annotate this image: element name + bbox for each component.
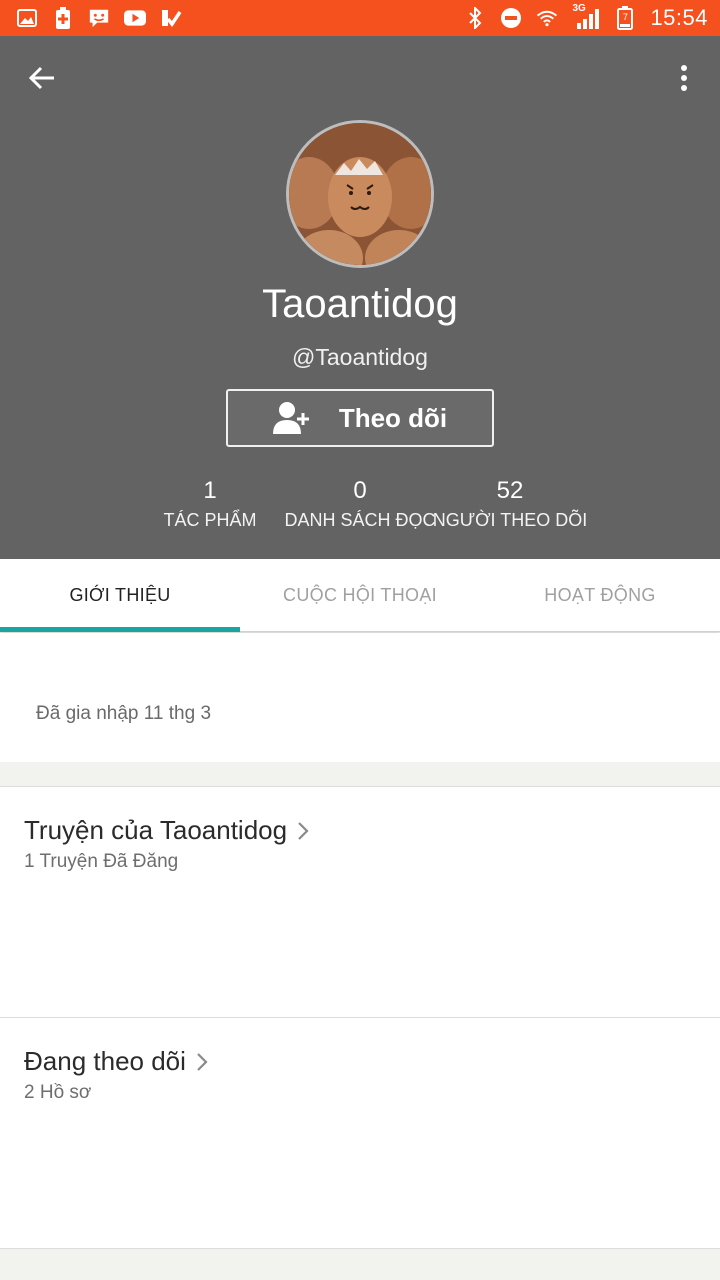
following-section-subtitle: 2 Hồ sơ — [24, 1082, 92, 1103]
stories-section-link[interactable]: Truyện của Taoantidog — [24, 815, 309, 846]
stat-followers[interactable]: 52 NGƯỜI THEO DÕI — [432, 476, 588, 534]
add-user-icon — [272, 402, 309, 434]
chevron-right-icon — [298, 821, 309, 840]
do-not-disturb-icon — [500, 7, 522, 29]
stat-reading-lists-value: 0 — [353, 477, 367, 504]
status-bar: 3G 7 15:54 — [0, 0, 720, 36]
battery-level-label: 7 — [622, 12, 628, 22]
joined-date: Đã gia nhập 11 thg 3 — [36, 703, 212, 724]
stat-reading-lists[interactable]: 0 DANH SÁCH ĐỌC — [280, 476, 440, 534]
check-app-icon — [160, 7, 182, 29]
profile-header: Taoantidog @Taoantidog Theo dõi 1 TÁC PH… — [0, 36, 720, 559]
stat-works-label: TÁC PHẨM — [163, 510, 257, 530]
youtube-icon — [124, 7, 146, 29]
follow-button[interactable]: Theo dõi — [226, 389, 494, 447]
tab-conversations[interactable]: CUỘC HỘI THOẠI — [240, 559, 480, 631]
avatar[interactable] — [286, 120, 434, 268]
messenger-icon — [88, 7, 110, 29]
bluetooth-icon — [464, 7, 486, 29]
stat-followers-label: NGƯỜI THEO DÕI — [432, 510, 588, 530]
wifi-icon — [536, 7, 558, 29]
gallery-icon — [16, 7, 38, 29]
stories-section: Truyện của Taoantidog 1 Truyện Đã Đăng — [0, 786, 720, 1018]
clock: 15:54 — [650, 5, 708, 30]
more-vert-icon — [681, 65, 687, 91]
following-section: Đang theo dõi 2 Hồ sơ — [0, 1017, 720, 1249]
back-button[interactable] — [24, 60, 60, 96]
chevron-right-icon — [197, 1052, 208, 1071]
battery-icon: 7 — [614, 6, 636, 30]
following-section-link[interactable]: Đang theo dõi — [24, 1046, 208, 1077]
profile-stats: 1 TÁC PHẨM 0 DANH SÁCH ĐỌC 52 NGƯỜI THEO… — [0, 476, 720, 536]
stat-reading-lists-label: DANH SÁCH ĐỌC — [284, 510, 436, 530]
stat-works[interactable]: 1 TÁC PHẨM — [150, 476, 270, 534]
more-options-button[interactable] — [668, 60, 700, 96]
about-card: Đã gia nhập 11 thg 3 — [0, 633, 720, 762]
signal-icon: 3G — [572, 3, 600, 29]
stories-section-title: Truyện của Taoantidog — [24, 815, 288, 845]
display-name: Taoantidog — [262, 282, 458, 326]
egg-avatar-image — [289, 123, 431, 265]
follow-button-label: Theo dõi — [338, 402, 448, 433]
network-type-label: 3G — [572, 3, 586, 14]
battery-saver-icon — [52, 7, 74, 29]
following-section-title: Đang theo dõi — [24, 1046, 186, 1076]
username: @Taoantidog — [292, 344, 428, 370]
stories-section-subtitle: 1 Truyện Đã Đăng — [24, 851, 179, 872]
tab-activity[interactable]: HOẠT ĐỘNG — [480, 559, 720, 631]
stat-works-value: 1 — [203, 477, 217, 504]
tab-about[interactable]: GIỚI THIỆU — [0, 559, 240, 632]
arrow-left-icon — [28, 66, 54, 90]
stat-followers-value: 52 — [496, 477, 524, 504]
profile-tabs: GIỚI THIỆU CUỘC HỘI THOẠI HOẠT ĐỘNG — [0, 559, 720, 632]
